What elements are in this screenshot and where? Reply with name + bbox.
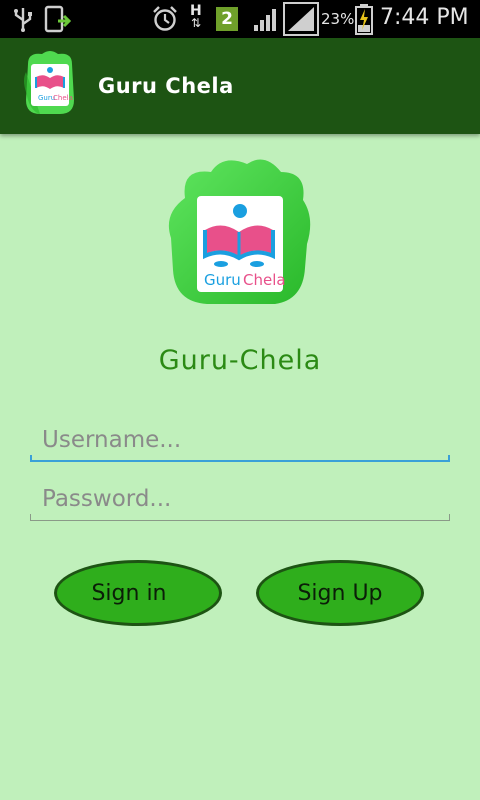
username-field	[30, 420, 450, 462]
password-underline-tick-left	[30, 514, 31, 521]
action-bar: Guru Chela Guru Chela	[0, 38, 480, 134]
sign-in-button[interactable]: Sign in	[54, 560, 222, 626]
usb-icon	[14, 8, 32, 32]
password-field	[30, 479, 450, 521]
status-bar: H ⇅ 2 23% 7:44 PM	[0, 0, 480, 38]
data-arrows-icon: ⇅	[191, 16, 202, 30]
battery-charging-icon	[355, 4, 373, 35]
sign-in-label: Sign in	[91, 580, 167, 606]
password-input[interactable]	[30, 479, 450, 519]
main-logo-brand-text-1: Guru	[204, 271, 241, 289]
app-logo-icon[interactable]: Guru Chela	[18, 50, 82, 118]
notification-count: 2	[221, 9, 233, 29]
alarm-icon	[153, 6, 177, 31]
username-underline	[30, 460, 450, 462]
signal-icon	[254, 9, 276, 31]
password-underline-tick-right	[449, 514, 450, 521]
clock-time: 7:44 PM	[380, 5, 469, 30]
logo-brand-text-2: Chela	[53, 94, 73, 102]
username-underline-tick-left	[30, 455, 32, 462]
app-name-heading: Guru-Chela	[158, 345, 322, 376]
signal-icon-2	[283, 2, 319, 36]
password-underline	[30, 520, 450, 521]
notification-badge-icon: 2	[216, 7, 238, 31]
username-underline-tick-right	[448, 455, 450, 462]
battery-percent: 23%	[321, 10, 355, 28]
main-logo-icon: Guru Chela	[168, 159, 311, 304]
username-input[interactable]	[30, 420, 450, 460]
sign-up-label: Sign Up	[297, 580, 383, 606]
app-update-icon	[44, 5, 72, 33]
action-bar-title: Guru Chela	[98, 74, 234, 98]
sign-up-button[interactable]: Sign Up	[256, 560, 424, 626]
main-logo-brand-text-2: Chela	[243, 271, 286, 289]
